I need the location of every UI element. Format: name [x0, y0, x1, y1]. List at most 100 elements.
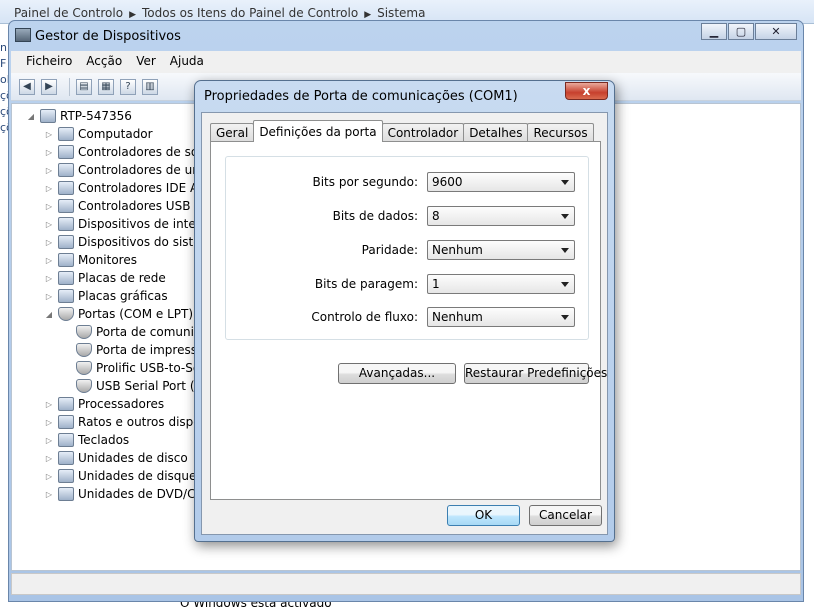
tree-item[interactable]: ▷ Placas gráficas: [44, 287, 168, 305]
collapsed-arrow-icon[interactable]: ▷: [44, 220, 54, 229]
tree-item-label: Porta de impresso: [96, 343, 205, 357]
system-device-icon: [58, 235, 74, 249]
tree-child-item[interactable]: Porta de comunic: [76, 323, 201, 341]
collapsed-arrow-icon[interactable]: ▷: [44, 238, 54, 247]
tree-item-label: Teclados: [78, 433, 130, 447]
back-arrow-icon[interactable]: ◀: [19, 78, 35, 95]
show-hide-tree-icon[interactable]: ▤: [76, 78, 92, 95]
tree-item-label: Controladores de unid: [78, 163, 211, 177]
window-controls: ▁ ▢ ✕: [700, 23, 797, 40]
tree-item[interactable]: ▷ Teclados: [44, 431, 129, 449]
tree-item[interactable]: ▷ Unidades de disquete: [44, 467, 208, 485]
tree-item[interactable]: ◢ Portas (COM e LPT): [44, 305, 193, 323]
usb-icon: [58, 199, 74, 213]
tree-item[interactable]: ▷ Ratos e outros disposi: [44, 413, 210, 431]
help-icon[interactable]: ?: [120, 78, 136, 95]
tree-item-label: Prolific USB-to-Se: [96, 361, 201, 375]
tree-child-item[interactable]: USB Serial Port (C: [76, 377, 203, 395]
stop-bits-value: 1: [432, 277, 440, 291]
breadcrumb-item-1[interactable]: Todos os Itens do Painel de Controlo: [142, 6, 358, 20]
port-icon: [76, 343, 92, 357]
tree-item[interactable]: ▷ Controladores USB (U: [44, 197, 208, 215]
port-settings-panel: Bits por segundo: 9600 Bits de dados: 8 …: [210, 141, 607, 500]
close-button[interactable]: ✕: [755, 23, 797, 40]
tree-item[interactable]: ▷ Unidades de disco: [44, 449, 188, 467]
tree-item[interactable]: ▷ Computador: [44, 125, 153, 143]
tree-item-label: Ratos e outros disposi: [78, 415, 211, 429]
collapsed-arrow-icon[interactable]: ▷: [44, 490, 54, 499]
network-adapter-icon: [58, 271, 74, 285]
tree-child-item[interactable]: Prolific USB-to-Se: [76, 359, 200, 377]
minimize-button[interactable]: ▁: [701, 23, 727, 40]
tree-item[interactable]: ▷ Dispositivos do sistem: [44, 233, 212, 251]
ok-button[interactable]: OK: [447, 505, 520, 526]
data-bits-value: 8: [432, 209, 440, 223]
tree-item[interactable]: ▷ Unidades de DVD/CD-: [44, 485, 209, 503]
collapsed-arrow-icon[interactable]: ▷: [44, 436, 54, 445]
bits-per-second-label: Bits por segundo:: [312, 175, 418, 189]
tree-item[interactable]: ▷ Placas de rede: [44, 269, 166, 287]
window-title: Gestor de Dispositivos: [35, 29, 181, 44]
collapsed-arrow-icon[interactable]: ▷: [44, 256, 54, 265]
tab-definicoes-da-porta[interactable]: Definições da porta: [253, 120, 383, 142]
collapsed-arrow-icon[interactable]: ▷: [44, 454, 54, 463]
collapsed-arrow-icon[interactable]: ▷: [44, 472, 54, 481]
collapsed-arrow-icon[interactable]: ▷: [44, 418, 54, 427]
port-icon: [76, 379, 92, 393]
tree-item-label: USB Serial Port (C: [96, 379, 203, 393]
tab-controlador[interactable]: Controlador: [381, 123, 465, 142]
bits-per-second-value: 9600: [432, 175, 463, 189]
menu-accao[interactable]: Acção: [79, 51, 129, 73]
advanced-button[interactable]: Avançadas...: [338, 363, 456, 384]
port-icon: [58, 307, 74, 321]
collapsed-arrow-icon[interactable]: ▷: [44, 184, 54, 193]
collapsed-arrow-icon[interactable]: ▷: [44, 274, 54, 283]
tree-root[interactable]: ◢ RTP-547356: [26, 107, 132, 125]
tree-item[interactable]: ▷ Controladores IDE AT: [44, 179, 205, 197]
stop-bits-label: Bits de paragem:: [314, 277, 418, 291]
tree-item[interactable]: ▷ Controladores de som: [44, 143, 210, 161]
collapsed-arrow-icon[interactable]: ▷: [44, 166, 54, 175]
cancel-button[interactable]: Cancelar: [529, 505, 602, 526]
stop-bits-select[interactable]: 1: [427, 274, 575, 294]
tree-item[interactable]: ▷ Processadores: [44, 395, 164, 413]
tree-item-label: Processadores: [78, 397, 165, 411]
properties-icon[interactable]: ▦: [98, 78, 114, 95]
tree-item[interactable]: ▷ Dispositivos de interfa: [44, 215, 212, 233]
breadcrumb-item-2[interactable]: Sistema: [377, 6, 425, 20]
tree-item[interactable]: ▷ Controladores de unid: [44, 161, 211, 179]
menu-ficheiro[interactable]: Ficheiro: [19, 51, 79, 73]
parity-select[interactable]: Nenhum: [427, 240, 575, 260]
dropdown-arrow-icon: [561, 214, 569, 219]
collapsed-arrow-icon[interactable]: ▷: [44, 400, 54, 409]
port-icon: [76, 325, 92, 339]
tree-root-label: RTP-547356: [60, 109, 132, 123]
bits-per-second-select[interactable]: 9600: [427, 172, 575, 192]
collapsed-arrow-icon[interactable]: ▷: [44, 202, 54, 211]
tab-recursos[interactable]: Recursos: [527, 123, 594, 142]
tree-item[interactable]: ▷ Monitores: [44, 251, 137, 269]
flow-control-select[interactable]: Nenhum: [427, 307, 575, 327]
tab-geral[interactable]: Geral: [210, 123, 255, 142]
tree-item-label: Dispositivos de interfa: [78, 217, 213, 231]
tree-child-item[interactable]: Porta de impresso: [76, 341, 204, 359]
expanded-arrow-icon[interactable]: ◢: [26, 112, 36, 121]
tree-item-label: Controladores USB (U: [78, 199, 208, 213]
collapsed-arrow-icon[interactable]: ▷: [44, 292, 54, 301]
expanded-arrow-icon[interactable]: ◢: [44, 310, 54, 319]
dialog-close-button[interactable]: x: [565, 82, 608, 100]
collapsed-arrow-icon[interactable]: ▷: [44, 148, 54, 157]
tree-item-label: Unidades de disquete: [78, 469, 209, 483]
maximize-button[interactable]: ▢: [728, 23, 754, 40]
monitor-icon: [58, 253, 74, 267]
forward-arrow-icon[interactable]: ▶: [41, 78, 57, 95]
menu-ver[interactable]: Ver: [129, 51, 163, 73]
collapsed-arrow-icon[interactable]: ▷: [44, 130, 54, 139]
breadcrumb-item-0[interactable]: Painel de Controlo: [14, 6, 123, 20]
data-bits-select[interactable]: 8: [427, 206, 575, 226]
view-icon[interactable]: ▥: [142, 78, 158, 95]
menu-ajuda[interactable]: Ajuda: [163, 51, 211, 73]
tab-detalhes[interactable]: Detalhes: [463, 123, 529, 142]
processor-icon: [58, 397, 74, 411]
restore-defaults-button[interactable]: Restaurar Predefinições: [464, 363, 607, 384]
